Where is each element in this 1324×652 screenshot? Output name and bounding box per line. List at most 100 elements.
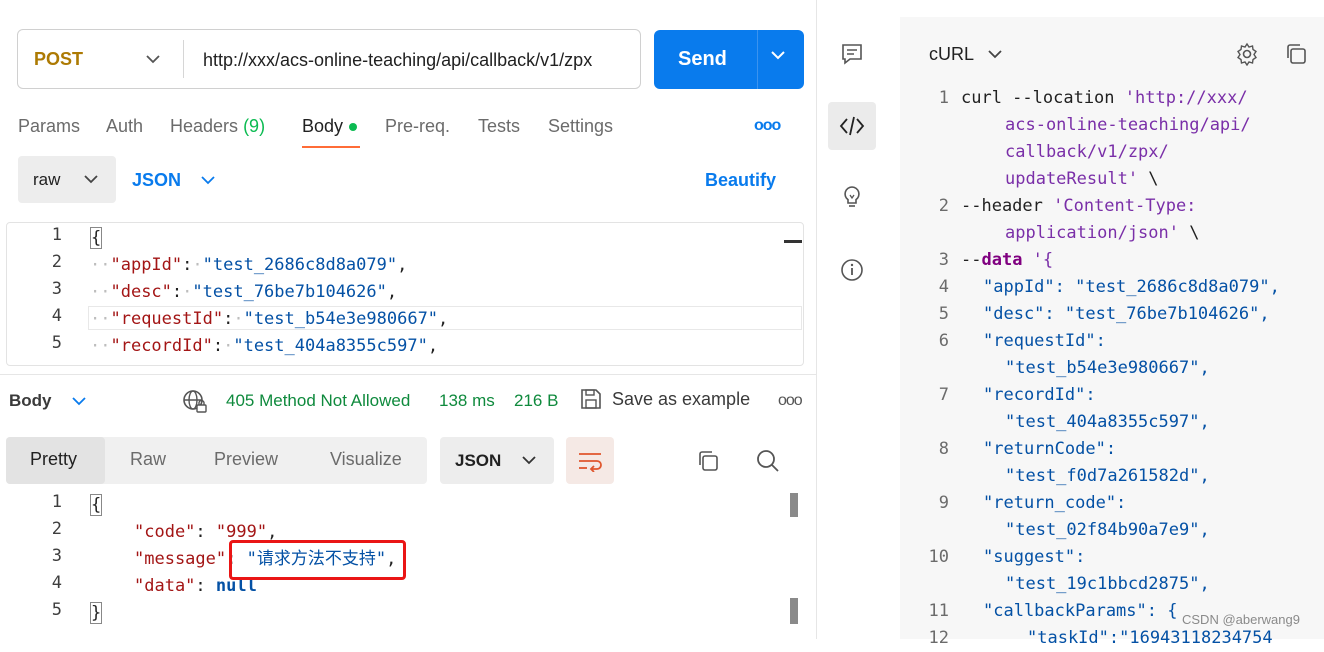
snippet-text: "appId": "test_2686c8d8a079",: [983, 277, 1280, 297]
chevron-down-icon: [522, 456, 536, 465]
beautify-button[interactable]: Beautify: [705, 170, 776, 191]
code-line: {: [90, 492, 103, 519]
snippet-line: 7 "recordId":: [905, 382, 1096, 409]
json-key: "message": [134, 549, 227, 569]
search-icon[interactable]: [756, 449, 780, 473]
snippet-line: 11 "callbackParams": {: [905, 598, 1178, 625]
line-number: 5: [51, 600, 62, 620]
line-number: 8: [938, 439, 949, 459]
snippet-line: 2 --header 'Content-Type:: [905, 193, 1197, 220]
code-line: ··"requestId":·"test_b54e3e980667",: [90, 309, 449, 329]
highlight-annotation-box: [229, 540, 406, 580]
tab-tests[interactable]: Tests: [478, 116, 520, 137]
chevron-down-icon: [201, 176, 215, 185]
snippet-text: "requestId":: [983, 331, 1106, 351]
snippet-text: "recordId":: [983, 385, 1096, 405]
gear-icon[interactable]: [1235, 42, 1259, 66]
copy-icon[interactable]: [696, 449, 720, 473]
method-selector[interactable]: POST: [17, 30, 182, 88]
pane-divider[interactable]: [0, 374, 816, 375]
send-label: Send: [678, 48, 727, 70]
body-mode-label: raw: [33, 169, 61, 189]
tab-raw[interactable]: Raw: [130, 449, 166, 470]
line-number: 4: [938, 277, 949, 297]
json-value: "test_b54e3e980667": [243, 309, 439, 329]
json-key: "desc": [110, 282, 172, 302]
snippet-text: "taskId":"16943118234754: [1027, 628, 1273, 648]
snippet-line: updateResult' \: [1005, 169, 1159, 189]
save-as-example-button[interactable]: Save as example: [580, 388, 750, 410]
response-body-dropdown[interactable]: Body: [9, 391, 86, 411]
more-options-button[interactable]: ooo: [754, 117, 781, 135]
response-format-label: JSON: [455, 450, 502, 470]
line-number: 2: [51, 519, 62, 539]
response-time[interactable]: 138 ms: [439, 391, 495, 411]
tab-prereq[interactable]: Pre-req.: [385, 116, 450, 137]
response-scrollbar-top[interactable]: [790, 493, 798, 517]
send-separator: [757, 30, 758, 89]
snippet-text: "return_code":: [983, 493, 1127, 513]
response-body-label: Body: [9, 391, 52, 410]
tab-headers[interactable]: Headers (9): [170, 116, 265, 137]
lightbulb-icon[interactable]: [840, 184, 864, 210]
snippet-line: "test_02f84b90a7e9",: [905, 517, 1210, 544]
json-value: "test_76be7b104626": [192, 282, 387, 302]
method-label: POST: [34, 48, 84, 69]
snippet-line: 8 "returnCode":: [905, 436, 1116, 463]
snippet-text: "test_19c1bbcd2875",: [1005, 574, 1210, 594]
line-number: 3: [51, 546, 62, 566]
globe-lock-icon[interactable]: [182, 389, 208, 415]
chevron-down-icon: [71, 396, 86, 405]
line-number: 1: [51, 225, 62, 245]
wrap-lines-button[interactable]: [566, 437, 614, 484]
tab-params[interactable]: Params: [18, 116, 80, 137]
url-input[interactable]: [203, 40, 635, 80]
line-number: 4: [51, 573, 62, 593]
json-value: "999": [215, 522, 268, 542]
response-more-button[interactable]: ooo: [778, 392, 803, 410]
snippet-line: 4 "appId": "test_2686c8d8a079",: [905, 274, 1280, 301]
response-scrollbar-bottom[interactable]: [790, 598, 798, 624]
line-number: 10: [928, 547, 949, 567]
line-number: 6: [938, 331, 949, 351]
code-line: ··"appId":·"test_2686c8d8a079",: [90, 255, 408, 275]
send-button[interactable]: Send: [654, 30, 804, 89]
snippet-text: acs-online-teaching/api/: [1005, 115, 1251, 135]
tab-visualize[interactable]: Visualize: [330, 449, 402, 470]
headers-count: (9): [243, 116, 266, 136]
snippet-line: 3 --data '{: [905, 247, 1053, 274]
tab-pretty[interactable]: Pretty: [30, 449, 77, 470]
tab-auth[interactable]: Auth: [106, 116, 143, 137]
body-format-select[interactable]: JSON: [132, 170, 215, 191]
line-number: 1: [938, 88, 949, 108]
chevron-down-icon[interactable]: [770, 50, 786, 60]
snippet-text: "test_b54e3e980667",: [1005, 358, 1210, 378]
language-label: cURL: [929, 44, 975, 64]
tab-settings[interactable]: Settings: [548, 116, 613, 137]
open-brace: {: [90, 227, 103, 249]
line-number: 2: [51, 252, 62, 272]
snippet-line: "test_f0d7a261582d",: [905, 463, 1210, 490]
copy-icon[interactable]: [1284, 42, 1308, 66]
tab-preview[interactable]: Preview: [214, 449, 278, 470]
snippet-line: "test_404a8355c597",: [905, 409, 1210, 436]
status-code[interactable]: 405 Method Not Allowed: [226, 391, 410, 411]
snippet-text: callback/v1/zpx/: [1005, 142, 1169, 162]
info-icon[interactable]: [840, 258, 864, 282]
language-select[interactable]: cURL: [929, 44, 1002, 65]
body-format-label: JSON: [132, 170, 182, 190]
response-size[interactable]: 216 B: [514, 391, 558, 411]
snippet-line: callback/v1/zpx/: [905, 139, 1169, 166]
response-format-select[interactable]: JSON: [440, 437, 554, 484]
tab-body[interactable]: Body: [302, 116, 358, 137]
body-mode-select[interactable]: raw: [18, 156, 116, 203]
close-brace: }: [90, 602, 103, 624]
snippet-line: "test_b54e3e980667",: [905, 355, 1210, 382]
snippet-line: 5 "desc": "test_76be7b104626",: [905, 301, 1270, 328]
json-key: "data": [134, 576, 196, 596]
open-brace: {: [90, 494, 103, 516]
snippet-text: "suggest":: [983, 547, 1086, 567]
comments-icon[interactable]: [840, 42, 864, 66]
editor-scroll-marker[interactable]: [784, 240, 802, 243]
snippet-line: 10 "suggest":: [905, 544, 1086, 571]
